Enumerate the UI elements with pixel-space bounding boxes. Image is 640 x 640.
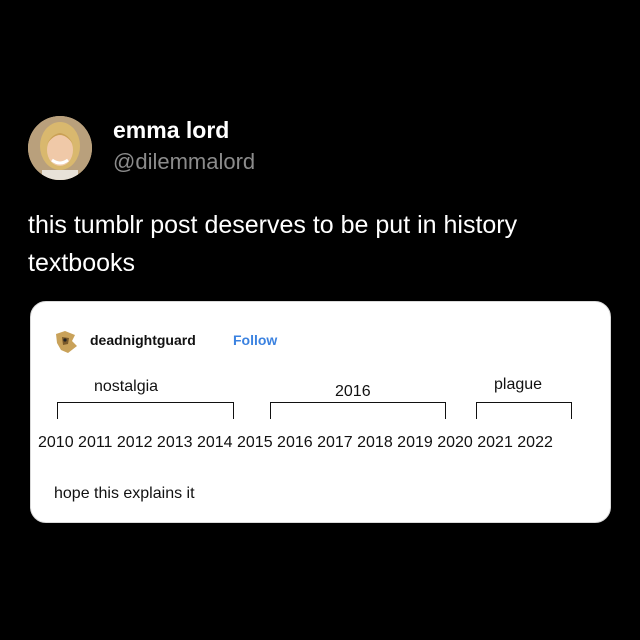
label-nostalgia: nostalgia	[94, 378, 159, 395]
blog-avatar-icon[interactable]	[53, 329, 79, 355]
post-caption: hope this explains it	[54, 485, 195, 502]
tumblr-post-card: deadnightguard Follow nostalgia 2016 pla…	[30, 301, 611, 523]
bracket-plague	[476, 402, 572, 419]
bracket-nostalgia	[57, 402, 234, 419]
tweet-text: this tumblr post deserves to be put in h…	[28, 211, 518, 277]
author-avatar[interactable]	[28, 116, 92, 180]
author-handle[interactable]: @dilemmalord	[113, 148, 255, 176]
author-name[interactable]: emma lord	[113, 116, 229, 144]
bracket-2016	[270, 402, 446, 419]
label-plague: plague	[494, 376, 543, 393]
year-timeline: 2010 2011 2012 2013 2014 2015 2016 2017 …	[38, 434, 553, 451]
avatar-image	[28, 116, 92, 180]
post-username[interactable]: deadnightguard	[90, 332, 196, 348]
label-2016: 2016	[335, 383, 371, 400]
follow-button[interactable]: Follow	[233, 332, 277, 348]
